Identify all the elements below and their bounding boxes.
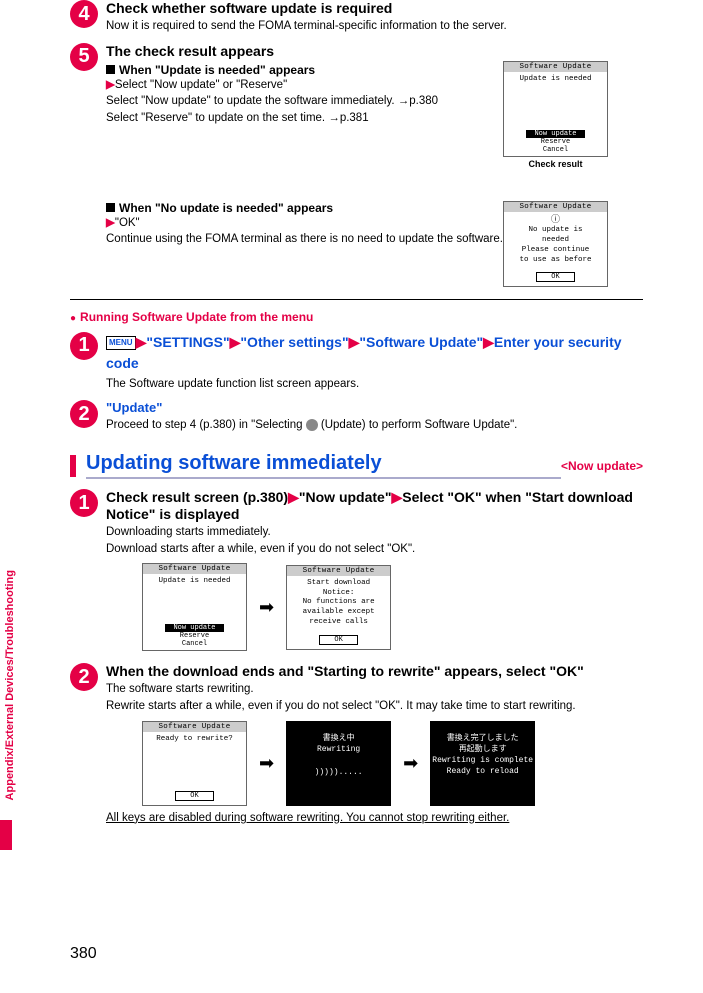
screen-ready-rewrite: Software Update Ready to rewrite? OK — [142, 721, 247, 806]
arrow-icon: ➡ — [403, 753, 418, 774]
page-number: 380 — [70, 945, 97, 963]
screen-rewrite-complete: 書換え完了しました 再起動します Rewriting is complete R… — [430, 721, 535, 806]
menu-icon: MENU — [106, 336, 136, 350]
section-tag: <Now update> — [561, 459, 643, 473]
step5-sub2-l2: Continue using the FOMA terminal as ther… — [106, 231, 523, 248]
step5-sub1-l3: Select "Reserve" to update on the set ti… — [106, 110, 523, 127]
menu-step-badge-2: 2 — [70, 400, 98, 428]
screen-title: Software Update — [504, 202, 607, 212]
now-step1-l1: Downloading starts immediately. — [106, 524, 643, 541]
arrow-icon: ➡ — [259, 597, 274, 618]
screen-body: ⓘ No update is needed Please continue to… — [504, 212, 607, 269]
ok-button: OK — [536, 272, 574, 282]
screen-body: Update is needed — [504, 72, 607, 130]
step5-sub2-l1: ▶"OK" — [106, 215, 523, 232]
menu-reserve: Reserve — [504, 138, 607, 146]
screen-check-result-2: Software Update Update is needed Now upd… — [142, 563, 247, 651]
menu-step1-heading: MENU▶"SETTINGS"▶"Other settings"▶"Softwa… — [106, 332, 643, 374]
arrow-icon: ➡ — [259, 753, 274, 774]
step-badge-5: 5 — [70, 43, 98, 71]
now-step1-l2: Download starts after a while, even if y… — [106, 541, 643, 558]
side-tab-mark — [0, 820, 12, 850]
section-accent — [70, 455, 76, 477]
side-tab-label: Appendix/External Devices/Troubleshootin… — [4, 570, 16, 800]
screen-title: Software Update — [504, 62, 607, 72]
screen-rewriting: 書換え中 Rewriting )))))..... — [286, 721, 391, 806]
step5-sub1-l1: ▶Select "Now update" or "Reserve" — [106, 77, 523, 94]
screen-no-update: Software Update ⓘ No update is needed Pl… — [503, 201, 608, 288]
now-step-badge-2: 2 — [70, 663, 98, 691]
ok-button: OK — [319, 635, 357, 645]
now-step2-l1: The software starts rewriting. — [106, 681, 643, 698]
step5-sub1-l2: Select "Now update" to update the softwa… — [106, 93, 523, 110]
now-step-badge-1: 1 — [70, 489, 98, 517]
step4-text: Now it is required to send the FOMA term… — [106, 18, 643, 35]
step5-heading: The check result appears — [106, 43, 523, 59]
menu-now-update: Now update — [526, 130, 584, 138]
menu-step2-text: Proceed to step 4 (p.380) in "Selecting … — [106, 417, 643, 434]
screen-check-result: Software Update Update is needed Now upd… — [503, 61, 608, 157]
menu-cancel: Cancel — [504, 146, 607, 154]
ok-button: OK — [175, 791, 213, 801]
now-step1-heading: Check result screen (p.380)▶"Now update"… — [106, 489, 643, 522]
menu-step2-heading: "Update" — [106, 400, 643, 415]
now-step2-note: All keys are disabled during software re… — [106, 810, 643, 827]
step5-sub2-head: When "No update is needed" appears — [106, 201, 523, 215]
step-badge-4: 4 — [70, 0, 98, 28]
screen-caption: Check result — [503, 159, 608, 169]
menu-step-badge-1: 1 — [70, 332, 98, 360]
section-title: Updating software immediately — [86, 452, 561, 479]
step4-heading: Check whether software update is require… — [106, 0, 643, 16]
screen-download-notice: Software Update Start download Notice: N… — [286, 565, 391, 650]
menu-step1-text: The Software update function list screen… — [106, 376, 643, 393]
update-icon — [306, 419, 318, 431]
now-step2-heading: When the download ends and "Starting to … — [106, 663, 643, 679]
step5-sub1-head: When "Update is needed" appears — [106, 63, 523, 77]
running-menu-heading: Running Software Update from the menu — [70, 310, 643, 324]
now-step2-l2: Rewrite starts after a while, even if yo… — [106, 698, 643, 715]
